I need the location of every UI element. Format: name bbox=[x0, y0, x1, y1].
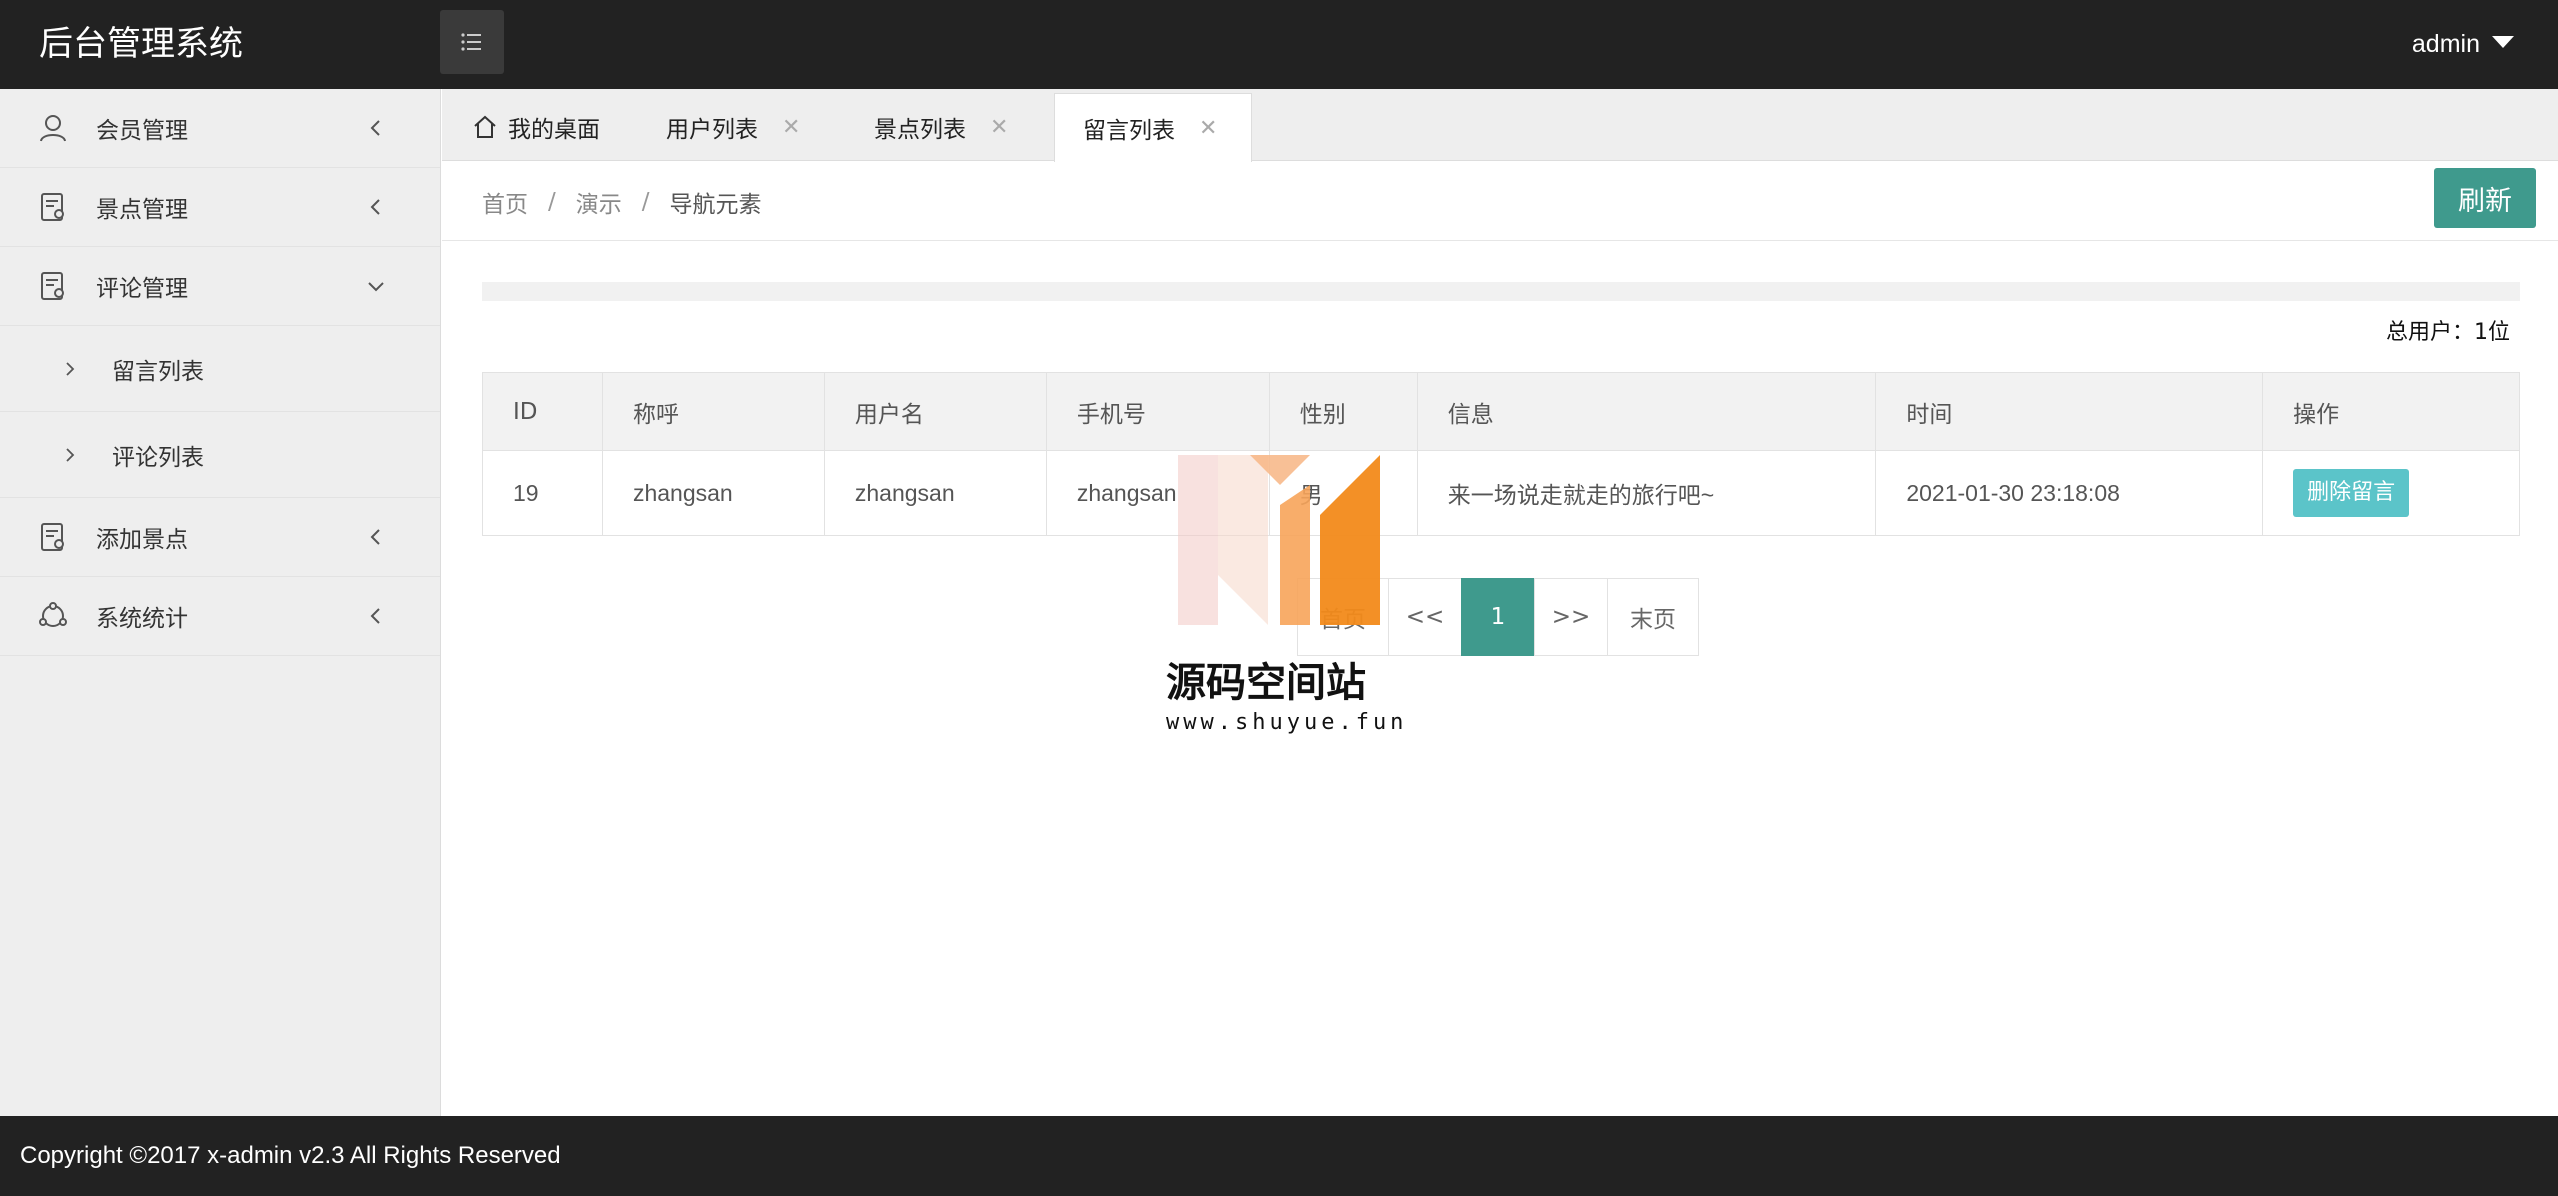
sidebar: 会员管理 景点管理 评论管理 留言列表 评论列表 添加景点 系统统计 bbox=[0, 89, 441, 1116]
table-cell-nickname: zhangsan bbox=[601, 450, 825, 536]
tab-label: 用户列表 bbox=[666, 117, 758, 143]
network-icon bbox=[39, 602, 67, 627]
delete-message-button[interactable]: 删除留言 bbox=[2293, 469, 2410, 517]
watermark-url: www.shuyue.fun bbox=[1166, 710, 1408, 735]
close-icon[interactable]: ✕ bbox=[990, 115, 1008, 140]
sidebar-item-label: 会员管理 bbox=[96, 118, 188, 144]
column-header: 性别 bbox=[1268, 372, 1418, 451]
table-cell-id: 19 bbox=[482, 450, 603, 536]
tab-scenic-list[interactable]: 景点列表 ✕ bbox=[874, 93, 1008, 161]
sidebar-item-comments[interactable]: 评论管理 bbox=[0, 247, 440, 326]
pager-current-page[interactable]: 1 bbox=[1461, 578, 1535, 656]
user-icon bbox=[40, 115, 66, 142]
copyright-text: Copyright ©2017 x-admin v2.3 All Rights … bbox=[20, 1142, 561, 1169]
column-header: 用户名 bbox=[823, 372, 1047, 451]
breadcrumb-separator: / bbox=[641, 188, 650, 215]
table-cell-actions: 删除留言 bbox=[2262, 450, 2520, 536]
column-header: 信息 bbox=[1416, 372, 1877, 451]
sidebar-subitem-messages[interactable]: 留言列表 bbox=[0, 326, 440, 412]
total-users-label: 总用户：1位 bbox=[2386, 320, 2510, 345]
tab-desktop[interactable]: 我的桌面 bbox=[472, 93, 600, 161]
tab-user-list[interactable]: 用户列表 ✕ bbox=[666, 93, 800, 161]
column-header: 手机号 bbox=[1045, 372, 1270, 451]
refresh-button[interactable]: 刷新 bbox=[2434, 168, 2536, 228]
table-cell-time: 2021-01-30 23:18:08 bbox=[1875, 450, 2264, 536]
table-row: 19 zhangsan zhangsan zhangsan 男 来一场说走就走的… bbox=[482, 450, 2520, 536]
caret-down-icon bbox=[2492, 35, 2514, 48]
breadcrumb: 首页 / 演示 / 导航元素 bbox=[482, 162, 762, 241]
document-icon bbox=[41, 272, 64, 300]
user-name: admin bbox=[2411, 30, 2480, 58]
chevron-right-icon bbox=[66, 447, 75, 462]
pager-last-button[interactable]: 末页 bbox=[1607, 578, 1699, 656]
pager-next-button[interactable]: >> bbox=[1534, 578, 1608, 656]
column-header: 操作 bbox=[2262, 372, 2520, 451]
sidebar-item-label: 评论管理 bbox=[96, 276, 188, 302]
chevron-left-icon bbox=[370, 529, 380, 545]
watermark-title: 源码空间站 bbox=[1166, 660, 1366, 706]
list-icon bbox=[461, 33, 481, 51]
breadcrumb-home-link[interactable]: 首页 bbox=[482, 185, 528, 219]
sidebar-item-label: 景点管理 bbox=[96, 197, 188, 223]
sidebar-item-statistics[interactable]: 系统统计 bbox=[0, 577, 440, 656]
table-header-row: ID 称呼 用户名 手机号 性别 信息 时间 操作 bbox=[482, 372, 2520, 451]
tab-bar: 我的桌面 用户列表 ✕ 景点列表 ✕ 留言列表 ✕ bbox=[442, 89, 2558, 162]
message-table: ID 称呼 用户名 手机号 性别 信息 时间 操作 19 zhangsan zh… bbox=[482, 372, 2520, 536]
home-icon bbox=[474, 115, 496, 138]
breadcrumb-demo-link[interactable]: 演示 bbox=[576, 185, 622, 219]
tab-label: 留言列表 bbox=[1083, 118, 1175, 144]
table-cell-username: zhangsan bbox=[823, 450, 1047, 536]
breadcrumb-bar: 首页 / 演示 / 导航元素 刷新 bbox=[442, 162, 2558, 241]
app-title: 后台管理系统 bbox=[39, 24, 243, 64]
top-header: 后台管理系统 admin bbox=[0, 0, 2558, 89]
chevron-left-icon bbox=[370, 199, 380, 215]
sidebar-item-add-scenic[interactable]: 添加景点 bbox=[0, 498, 440, 577]
table-cell-message: 来一场说走就走的旅行吧~ bbox=[1416, 450, 1877, 536]
chevron-right-icon bbox=[66, 361, 75, 376]
sidebar-item-scenic[interactable]: 景点管理 bbox=[0, 168, 440, 247]
sidebar-subitem-label: 留言列表 bbox=[112, 358, 204, 385]
sidebar-item-members[interactable]: 会员管理 bbox=[0, 89, 440, 168]
column-header: 时间 bbox=[1875, 372, 2264, 451]
chevron-down-icon bbox=[368, 282, 384, 292]
breadcrumb-separator: / bbox=[548, 188, 556, 215]
sidebar-item-label: 添加景点 bbox=[96, 527, 188, 553]
sidebar-subitem-comment-list[interactable]: 评论列表 bbox=[0, 412, 440, 498]
tab-label: 景点列表 bbox=[874, 117, 966, 143]
column-header: 称呼 bbox=[601, 372, 825, 451]
user-menu[interactable]: admin bbox=[2412, 0, 2514, 89]
divider-bar bbox=[482, 282, 2520, 301]
chevron-left-icon bbox=[370, 120, 380, 136]
close-icon[interactable]: ✕ bbox=[782, 115, 800, 140]
column-header: ID bbox=[482, 372, 603, 451]
tab-label: 我的桌面 bbox=[508, 117, 600, 143]
document-icon bbox=[41, 523, 64, 551]
menu-toggle-button[interactable] bbox=[440, 10, 504, 74]
sidebar-subitem-label: 评论列表 bbox=[112, 444, 204, 471]
document-icon bbox=[41, 193, 64, 221]
sidebar-item-label: 系统统计 bbox=[96, 606, 188, 632]
close-icon[interactable]: ✕ bbox=[1199, 116, 1217, 141]
tab-message-list[interactable]: 留言列表 ✕ bbox=[1054, 93, 1253, 162]
breadcrumb-current: 导航元素 bbox=[669, 191, 762, 218]
footer: Copyright ©2017 x-admin v2.3 All Rights … bbox=[0, 1116, 2558, 1196]
chevron-left-icon bbox=[370, 608, 380, 624]
